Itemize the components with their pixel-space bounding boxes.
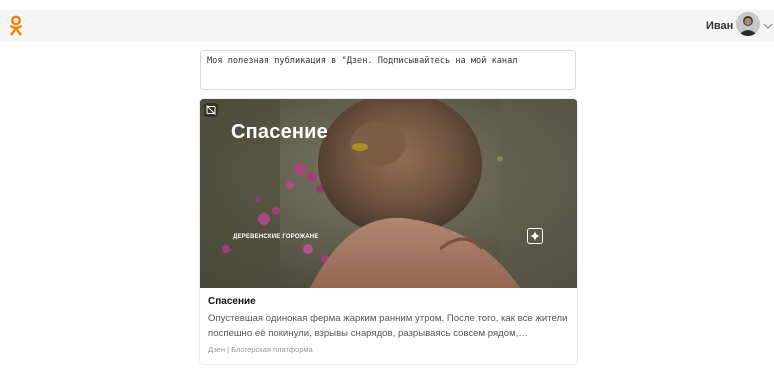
card-source: Дзен | Блогерская платформа <box>208 345 313 354</box>
card-description: Опустевшая одинокая ферма жарким ранним … <box>208 313 568 339</box>
post-text-input[interactable]: Моя полезная публикация в "Дзен. Подписы… <box>200 50 576 90</box>
hide-preview-icon[interactable] <box>204 103 218 117</box>
user-name[interactable]: Иван <box>706 20 733 32</box>
preview-title: Спасение <box>231 121 328 143</box>
odnoklassniki-logo-icon[interactable] <box>9 15 23 37</box>
link-preview-card[interactable]: Спасение ДЕРЕВЕНСКИЕ ГОРОЖАНЕ Спасение О… <box>200 99 577 364</box>
chevron-down-icon[interactable] <box>763 22 773 30</box>
zen-logo-icon <box>527 228 543 244</box>
preview-image[interactable]: Спасение ДЕРЕВЕНСКИЕ ГОРОЖАНЕ <box>200 99 577 288</box>
card-title[interactable]: Спасение <box>208 296 570 307</box>
card-body: Спасение Опустевшая одинокая ферма жарки… <box>208 296 570 354</box>
avatar[interactable] <box>736 12 760 36</box>
top-bar: Иван <box>0 10 774 42</box>
post-text: Моя полезная публикация в "Дзен. Подписы… <box>207 56 518 66</box>
preview-channel-name: ДЕРЕВЕНСКИЕ ГОРОЖАНЕ <box>233 234 319 240</box>
avatar-photo-icon <box>736 12 760 36</box>
